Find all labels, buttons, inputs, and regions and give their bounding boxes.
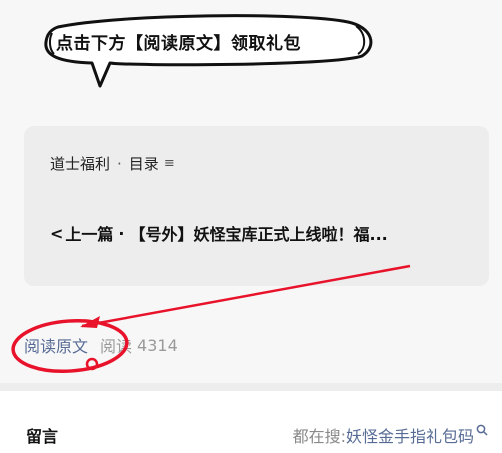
- prev-article-link[interactable]: < 上一篇 · 【号外】妖怪宝库正式上线啦！福...: [50, 221, 480, 245]
- search-term[interactable]: 妖怪金手指礼包码: [346, 423, 474, 447]
- prev-separator: ·: [118, 223, 125, 243]
- album-separator: ·: [117, 154, 122, 173]
- prev-label: 上一篇: [65, 225, 114, 244]
- read-original-link[interactable]: 阅读原文: [24, 333, 88, 357]
- search-prefix: 都在搜:: [292, 427, 346, 446]
- article-meta-row: 阅读原文 阅读 4314: [24, 333, 178, 357]
- comments-header: 留言 都在搜: 妖怪金手指礼包码: [0, 391, 502, 453]
- search-hint[interactable]: 都在搜: 妖怪金手指礼包码: [293, 423, 488, 447]
- read-count-label: 阅读: [100, 337, 133, 356]
- album-row[interactable]: 道士福利 · 目录 ≡: [50, 153, 175, 174]
- section-divider: [0, 383, 502, 391]
- chevron-left-icon: <: [50, 223, 64, 243]
- search-icon: [476, 424, 488, 436]
- prev-article-title: 【号外】妖怪宝库正式上线啦！福...: [129, 225, 388, 244]
- read-count: 4314: [137, 335, 178, 355]
- comments-label: 留言: [26, 427, 59, 446]
- bubble-text: 点击下方【阅读原文】领取礼包: [56, 34, 301, 54]
- album-card[interactable]: 道士福利 · 目录 ≡ < 上一篇 · 【号外】妖怪宝库正式上线啦！福...: [24, 126, 489, 286]
- catalog-label[interactable]: 目录: [129, 153, 159, 174]
- album-name: 道士福利: [50, 155, 111, 173]
- list-icon: ≡: [163, 156, 175, 171]
